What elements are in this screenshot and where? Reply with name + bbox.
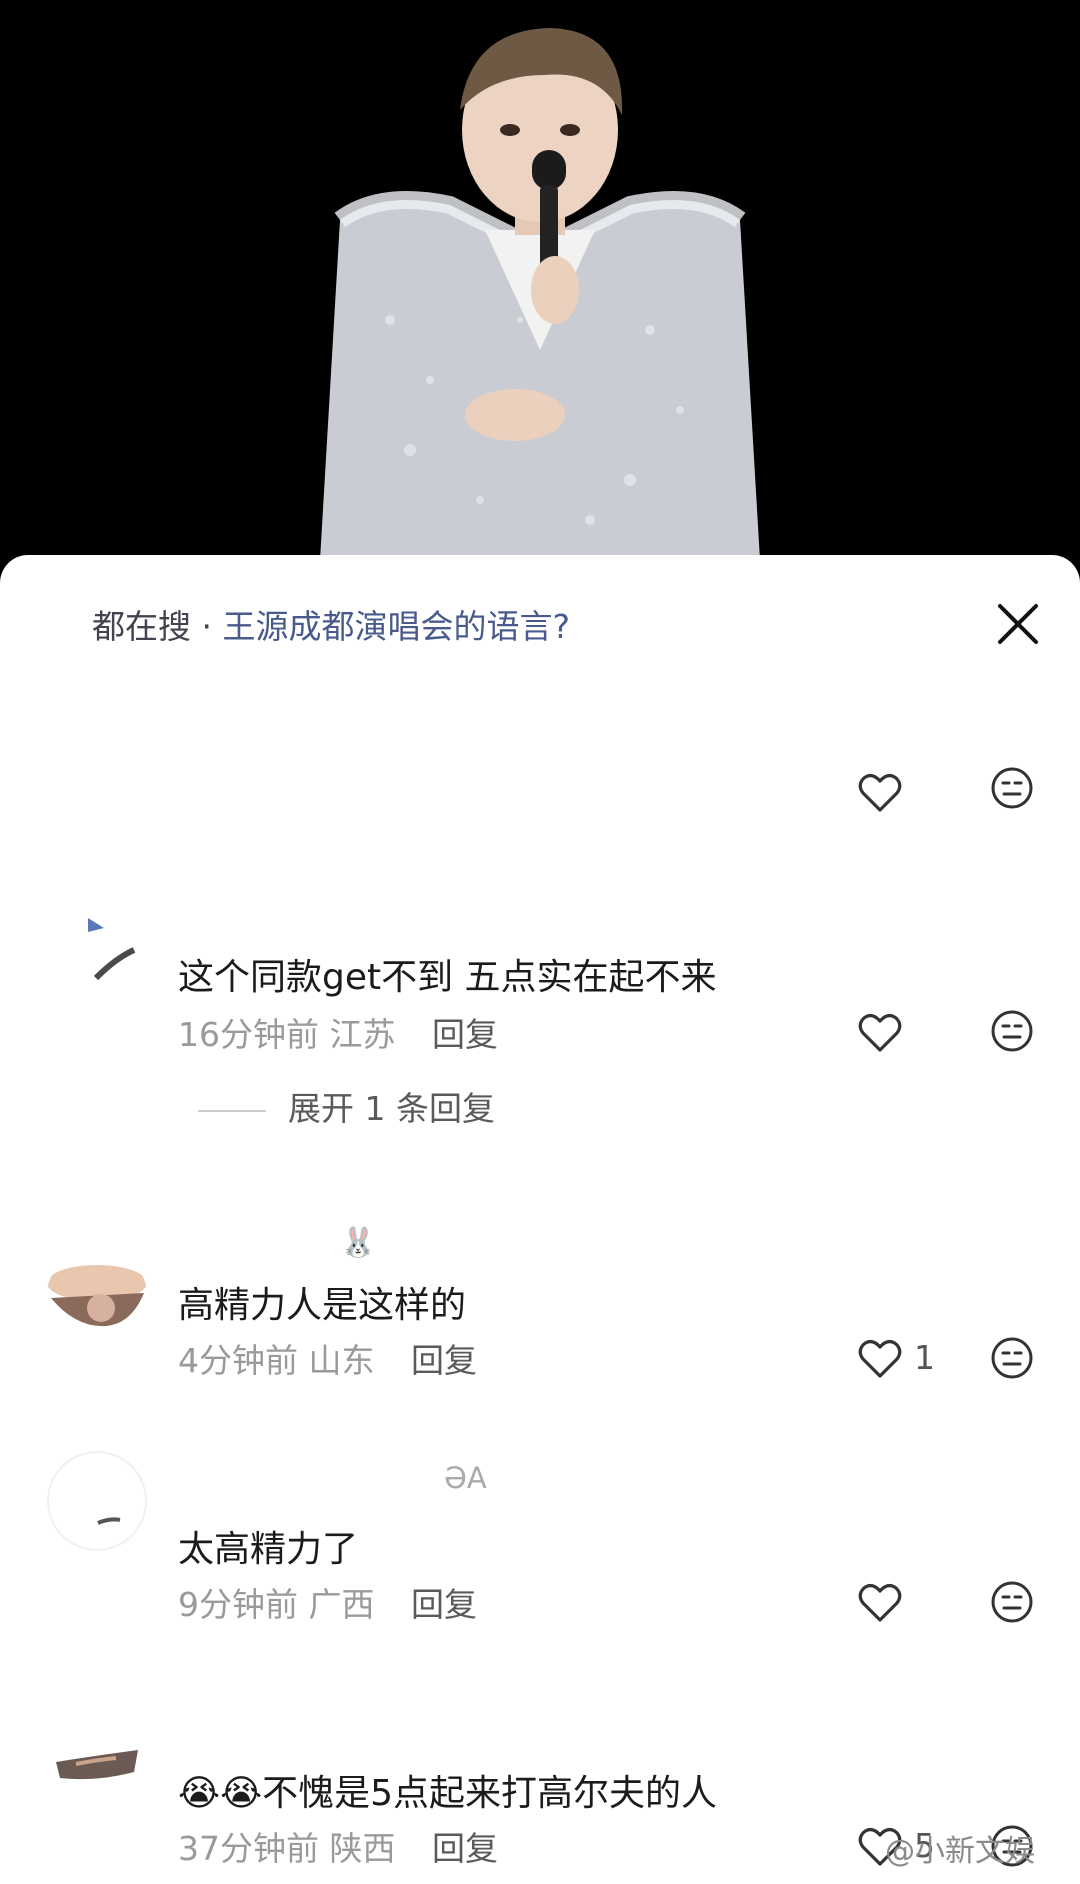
close-icon[interactable] xyxy=(992,598,1044,650)
comment-location: 山东 xyxy=(308,1341,375,1380)
comment-text: 😭😭不愧是5点起来打高尔夫的人 xyxy=(178,1773,718,1814)
like-button[interactable]: 1 xyxy=(858,1334,948,1384)
comment-time: 37分钟前 xyxy=(178,1829,319,1868)
comment-text: 太高精力了 xyxy=(178,1529,359,1570)
comment-meta: 4分钟前 山东 回复 xyxy=(178,1334,477,1382)
meh-face-icon[interactable] xyxy=(990,1580,1034,1624)
expand-replies-button[interactable]: 展开 1 条回复 xyxy=(198,1082,495,1128)
avatar[interactable] xyxy=(46,1450,148,1552)
performer-figure xyxy=(320,28,760,560)
comment-username[interactable]: ƏA xyxy=(444,1461,487,1495)
trending-prefix: 都在搜 · xyxy=(92,607,223,646)
reply-button[interactable]: 回复 xyxy=(411,1585,477,1624)
avatar[interactable] xyxy=(46,888,148,990)
comment-meta: 37分钟前 陕西 回复 xyxy=(178,1822,498,1870)
avatar[interactable] xyxy=(46,1712,148,1814)
heart-outline-icon xyxy=(858,774,902,812)
trending-topic[interactable]: 王源成都演唱会的语言? xyxy=(222,607,570,646)
comment-location: 江苏 xyxy=(329,1015,396,1054)
comment-location: 广西 xyxy=(308,1585,375,1624)
reply-button[interactable]: 回复 xyxy=(411,1341,477,1380)
comment-text: 高精力人是这样的 xyxy=(178,1285,467,1326)
comment-time: 16分钟前 xyxy=(178,1015,319,1054)
expand-replies-label: 展开 1 条回复 xyxy=(288,1089,495,1128)
comment-location: 陕西 xyxy=(329,1829,396,1868)
comment-sheet xyxy=(0,555,1080,1884)
like-button-previous[interactable] xyxy=(858,768,948,818)
like-button[interactable] xyxy=(858,1578,948,1628)
heart-outline-icon xyxy=(858,1014,902,1052)
comment-text: 这个同款get不到 五点实在起不来 xyxy=(178,957,717,998)
comment-meta: 16分钟前 江苏 回复 xyxy=(178,1008,498,1056)
comment-username[interactable]: 🐰 xyxy=(340,1225,376,1260)
like-button[interactable] xyxy=(858,1008,948,1058)
comment-time: 9分钟前 xyxy=(178,1585,298,1624)
meh-face-icon[interactable] xyxy=(990,1009,1034,1053)
comment-time: 4分钟前 xyxy=(178,1341,298,1380)
heart-outline-icon xyxy=(858,1340,902,1378)
hero-image xyxy=(0,0,1080,570)
like-count: 1 xyxy=(914,1338,935,1377)
heart-outline-icon xyxy=(858,1584,902,1622)
reply-button[interactable]: 回复 xyxy=(432,1015,498,1054)
sheet-title[interactable]: 都在搜 · 王源成都演唱会的语言? xyxy=(92,600,692,646)
divider-line xyxy=(198,1109,266,1112)
comment-meta: 9分钟前 广西 回复 xyxy=(178,1578,477,1626)
meh-face-icon[interactable] xyxy=(990,766,1034,810)
watermark: @小新文娱 xyxy=(885,1834,1035,1869)
avatar[interactable] xyxy=(46,1248,148,1350)
reply-button[interactable]: 回复 xyxy=(432,1829,498,1868)
meh-face-icon[interactable] xyxy=(990,1336,1034,1380)
